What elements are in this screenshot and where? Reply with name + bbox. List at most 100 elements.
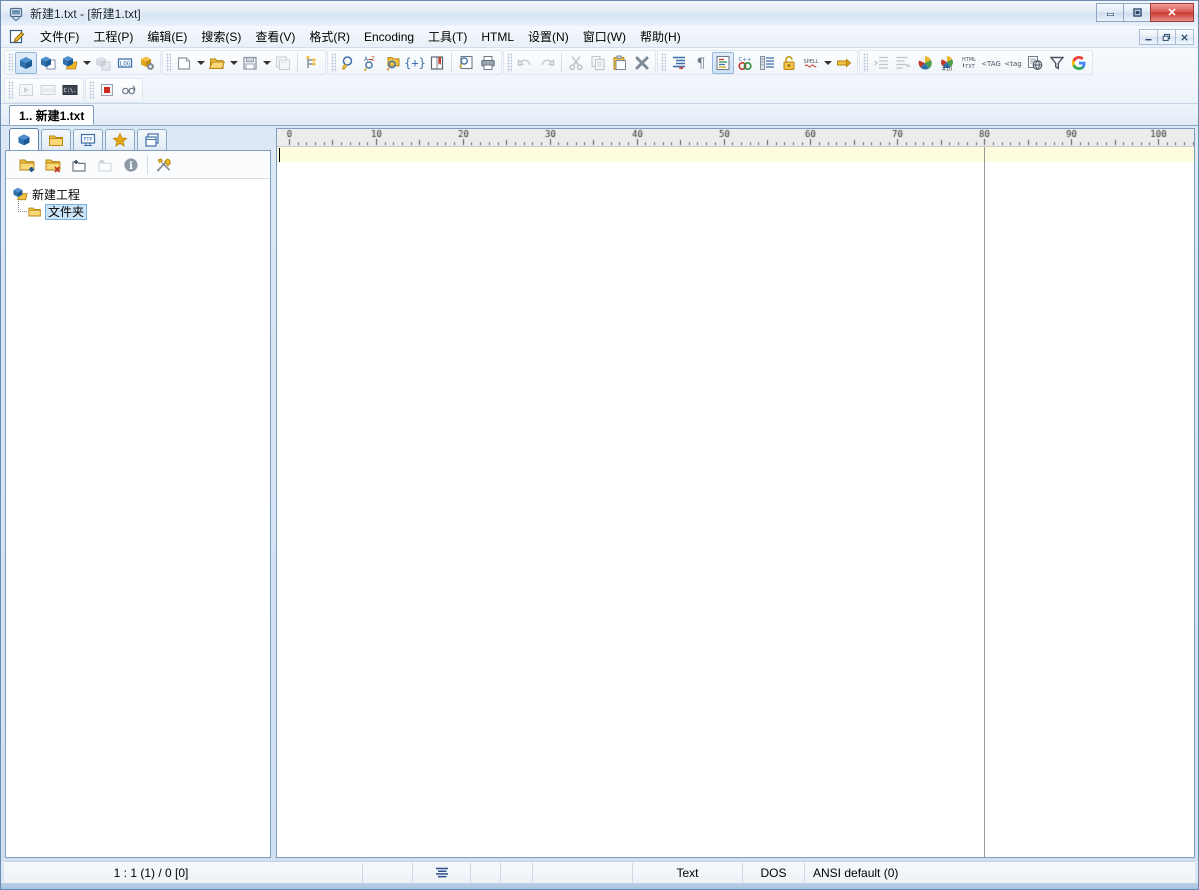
find-in-files-icon[interactable] — [382, 52, 404, 74]
tag-lower-icon[interactable]: <tag — [1002, 52, 1024, 74]
toolbar-grip[interactable] — [863, 53, 868, 72]
watch-glasses-icon[interactable] — [118, 79, 140, 101]
open-file-icon[interactable] — [206, 52, 228, 74]
menu-encoding[interactable]: Encoding — [357, 27, 421, 47]
toolbar-grip[interactable] — [89, 81, 94, 100]
panel-tab-windows[interactable] — [137, 129, 167, 150]
color-picker-icon[interactable] — [914, 52, 936, 74]
paste-icon[interactable] — [609, 52, 631, 74]
menu-search[interactable]: 搜索(S) — [194, 25, 248, 48]
cpp-icon[interactable]: C++ — [734, 52, 756, 74]
svg-text:<tag: <tag — [1004, 60, 1021, 68]
function-list-icon[interactable] — [756, 52, 778, 74]
redo-icon[interactable] — [536, 52, 558, 74]
spell-check-dropdown-arrow[interactable] — [822, 52, 833, 74]
info-icon[interactable]: i — [118, 153, 144, 177]
console-icon[interactable]: C:\. — [59, 79, 81, 101]
tree-row-folder[interactable]: 文件夹 — [12, 203, 266, 221]
lock-icon[interactable] — [778, 52, 800, 74]
indent-icon[interactable] — [668, 52, 690, 74]
project-settings-icon[interactable] — [136, 52, 158, 74]
run-icon[interactable] — [15, 79, 37, 101]
open-file-dropdown-arrow[interactable] — [228, 52, 239, 74]
menu-format[interactable]: 格式(R) — [302, 25, 357, 48]
google-icon[interactable] — [1068, 52, 1090, 74]
open-project-folder-icon[interactable] — [59, 52, 81, 74]
menu-file[interactable]: 文件(F) — [33, 25, 86, 48]
insert-icon[interactable] — [833, 52, 855, 74]
status-wrap-icon[interactable] — [413, 863, 471, 883]
save-all-icon[interactable] — [272, 52, 294, 74]
menu-help[interactable]: 帮助(H) — [633, 25, 688, 48]
find-icon[interactable] — [338, 52, 360, 74]
open-project-dropdown-arrow[interactable] — [81, 52, 92, 74]
new-group-icon[interactable] — [66, 153, 92, 177]
toolbar-grip[interactable] — [8, 81, 13, 100]
delete-group-icon[interactable] — [92, 153, 118, 177]
mdi-minimize-button[interactable] — [1139, 29, 1158, 45]
menu-settings[interactable]: 设置(N) — [521, 25, 576, 48]
menu-project[interactable]: 工程(P) — [86, 25, 140, 48]
spell-check-icon[interactable]: SPELL — [800, 52, 822, 74]
toolbar-group-edit — [503, 50, 656, 75]
color-10-icon[interactable]: #10 — [936, 52, 958, 74]
show-paragraph-icon[interactable]: ¶ — [690, 52, 712, 74]
tree-row-root[interactable]: 新建工程 — [12, 185, 266, 203]
panel-tab-favorites[interactable] — [105, 129, 135, 150]
mdi-close-button[interactable] — [1175, 29, 1194, 45]
doc-tab-xinjian1[interactable]: 1.. 新建1.txt — [9, 105, 94, 125]
panel-tab-ftp[interactable]: FTP — [73, 129, 103, 150]
status-linebreak[interactable]: DOS — [743, 863, 805, 883]
open-project-icon[interactable] — [37, 52, 59, 74]
file-tree-icon[interactable] — [301, 52, 323, 74]
toolbar-grip[interactable] — [661, 53, 666, 72]
binary-icon[interactable]: 1010 — [37, 79, 59, 101]
status-filetype[interactable]: Text — [633, 863, 743, 883]
panel-tab-explorer[interactable] — [41, 129, 71, 150]
editor-text-surface[interactable] — [277, 147, 1194, 857]
stop-icon[interactable] — [96, 79, 118, 101]
reindent-icon[interactable] — [870, 52, 892, 74]
remove-folder-icon[interactable] — [40, 153, 66, 177]
save-file-icon[interactable] — [239, 52, 261, 74]
print-preview-icon[interactable] — [455, 52, 477, 74]
tag-upper-icon[interactable]: <TAG — [980, 52, 1002, 74]
menu-html[interactable]: HTML — [474, 27, 521, 47]
find-brace-icon[interactable]: {+} — [404, 52, 426, 74]
reformat-icon[interactable] — [892, 52, 914, 74]
new-project-icon[interactable] — [15, 52, 37, 74]
menu-window[interactable]: 窗口(W) — [576, 25, 633, 48]
status-encoding[interactable]: ANSI default (0) — [805, 863, 1195, 883]
add-folder-icon[interactable] — [14, 153, 40, 177]
undo-icon[interactable] — [514, 52, 536, 74]
window-maximize-button[interactable] — [1123, 3, 1151, 22]
toolbar-grip[interactable] — [8, 53, 13, 72]
cut-icon[interactable] — [565, 52, 587, 74]
project-tools-icon[interactable] — [151, 153, 177, 177]
replace-icon[interactable]: A Z — [360, 52, 382, 74]
copy-icon[interactable] — [587, 52, 609, 74]
menu-edit[interactable]: 编辑(E) — [140, 25, 194, 48]
menu-tools[interactable]: 工具(T) — [421, 25, 474, 48]
html-to-text-icon[interactable]: HTML TXT — [958, 52, 980, 74]
toolbar-grip[interactable] — [331, 53, 336, 72]
new-file-dropdown-arrow[interactable] — [195, 52, 206, 74]
toolbar-grip[interactable] — [166, 53, 171, 72]
syntax-highlight-icon[interactable] — [712, 52, 734, 74]
print-icon[interactable] — [477, 52, 499, 74]
mdi-restore-button[interactable] — [1157, 29, 1176, 45]
filter-icon[interactable] — [1046, 52, 1068, 74]
delete-icon[interactable] — [631, 52, 653, 74]
window-close-button[interactable]: ✕ — [1150, 3, 1194, 22]
save-project-icon[interactable] — [92, 52, 114, 74]
menu-view[interactable]: 查看(V) — [248, 25, 302, 48]
bookmark-icon[interactable] — [426, 52, 448, 74]
window-minimize-button[interactable] — [1096, 3, 1124, 22]
new-file-icon[interactable] — [173, 52, 195, 74]
browser-preview-icon[interactable] — [1024, 52, 1046, 74]
column-margin-line — [984, 147, 985, 857]
toolbar-grip[interactable] — [507, 53, 512, 72]
save-file-dropdown-arrow[interactable] — [261, 52, 272, 74]
project-log-icon[interactable]: LOG — [114, 52, 136, 74]
panel-tab-project[interactable] — [9, 128, 39, 150]
